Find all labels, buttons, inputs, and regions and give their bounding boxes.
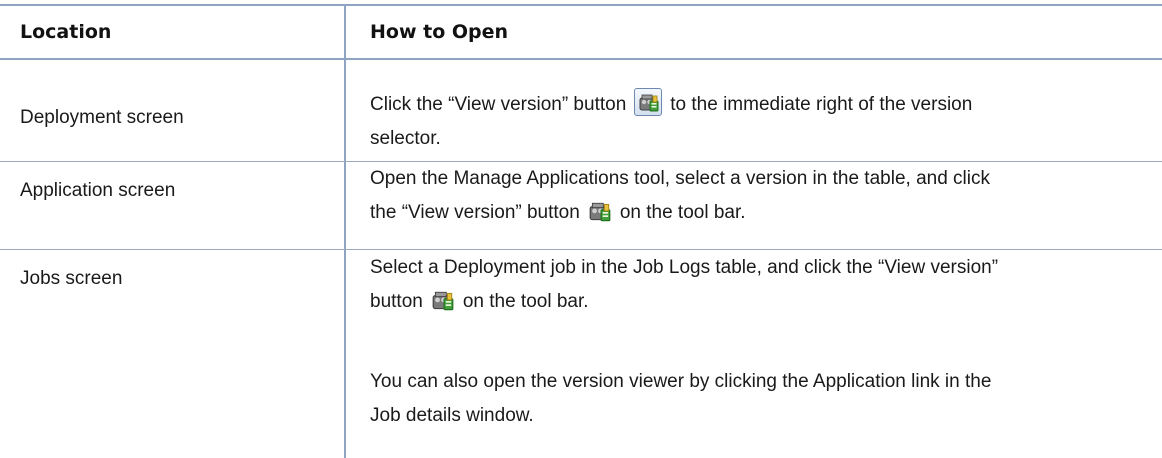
header-how-to-open: How to Open xyxy=(370,21,509,43)
view-version-icon xyxy=(588,200,612,224)
row-divider xyxy=(0,249,1162,250)
text-segment: on the tool bar. xyxy=(462,291,589,312)
header-location: Location xyxy=(20,21,112,43)
text-segment: the “View version” button xyxy=(370,202,580,223)
table-top-rule xyxy=(0,4,1162,6)
header-bottom-rule xyxy=(0,58,1162,60)
text-line: Select a Deployment job in the Job Logs … xyxy=(370,257,999,278)
text-line: selector. xyxy=(370,128,441,149)
text-line: Open the Manage Applications tool, selec… xyxy=(370,168,990,189)
view-version-icon xyxy=(634,88,663,116)
text-line: You can also open the version viewer by … xyxy=(370,371,992,392)
row-text-jobs: Select a Deployment job in the Job Logs … xyxy=(370,251,1145,319)
row-extra-text-jobs: You can also open the version viewer by … xyxy=(370,365,1145,433)
column-divider xyxy=(344,4,346,458)
view-version-icon xyxy=(431,289,455,313)
text-line: the “View version” button on the tool bar… xyxy=(370,196,1145,230)
row-location-application: Application screen xyxy=(20,180,176,201)
how-to-open-table: Location How to Open Deployment screen C… xyxy=(0,0,1162,458)
row-location-deployment: Deployment screen xyxy=(20,107,184,128)
row-text-application: Open the Manage Applications tool, selec… xyxy=(370,162,1145,230)
text-line: button on the tool bar. xyxy=(370,285,1145,319)
row-location-jobs: Jobs screen xyxy=(20,268,123,289)
text-segment: to the immediate right of the version xyxy=(670,94,973,115)
text-segment: button xyxy=(370,291,423,312)
text-segment: Click the “View version” button xyxy=(370,94,627,115)
row-text-deployment: Click the “View version” button to the im… xyxy=(370,88,1145,156)
text-line: Job details window. xyxy=(370,405,534,426)
text-line: Click the “View version” button to the im… xyxy=(370,88,1145,122)
text-segment: on the tool bar. xyxy=(619,202,746,223)
